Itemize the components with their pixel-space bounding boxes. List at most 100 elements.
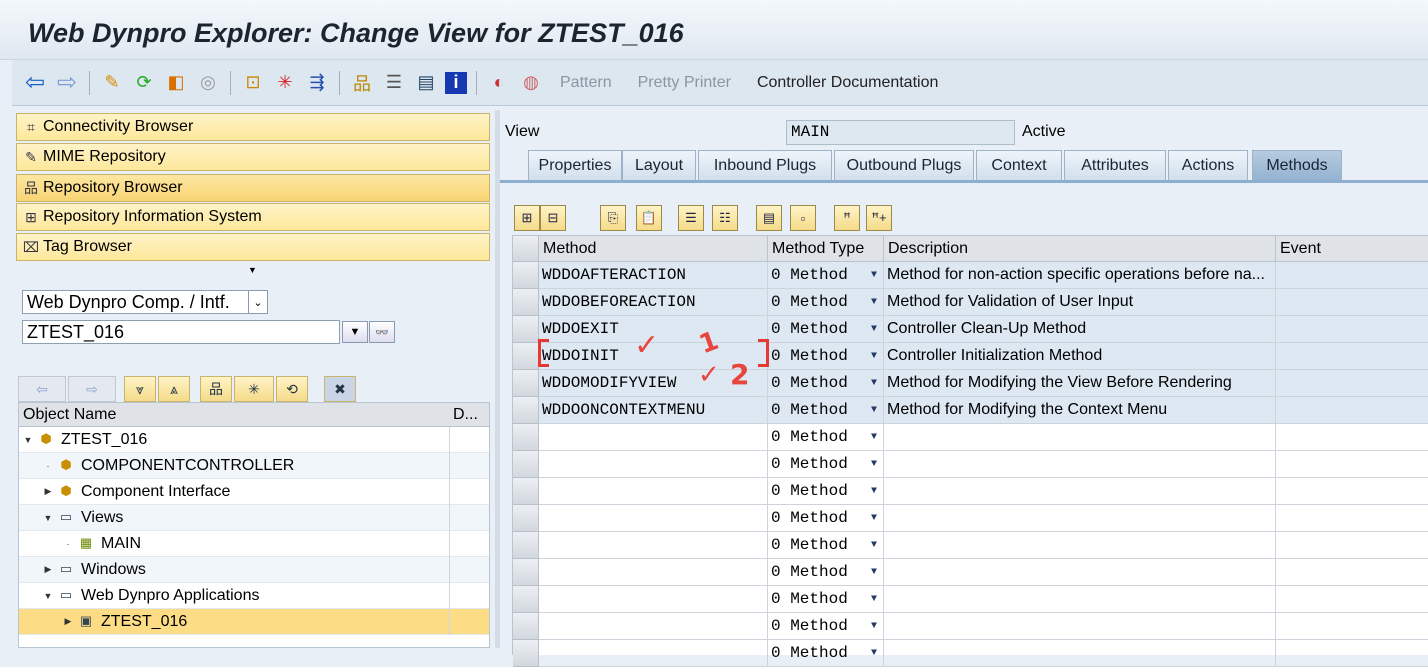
method-cell[interactable] <box>539 532 768 559</box>
tab-layout[interactable]: Layout <box>622 150 696 180</box>
controller-documentation-button[interactable]: Controller Documentation <box>757 74 938 92</box>
dropdown-arrow-icon[interactable]: ▼ <box>871 486 877 497</box>
display-change-icon[interactable]: ⟳ <box>131 70 157 96</box>
method-cell[interactable]: WDDOBEFOREACTION <box>539 289 768 316</box>
table-row[interactable]: WDDOONCONTEXTMENU 0 Method ▼ Method for M… <box>513 397 1428 424</box>
object-name-input[interactable]: ZTEST_016 <box>22 320 340 344</box>
stack-icon[interactable]: ☰ <box>381 70 407 96</box>
tab-properties[interactable]: Properties <box>528 150 622 180</box>
table-row[interactable]: WDDOAFTERACTION 0 Method ▼ Method for non… <box>513 262 1428 289</box>
tree-node[interactable]: ▶ ▭ Windows <box>19 557 489 583</box>
dropdown-arrow-icon[interactable]: ▼ <box>871 378 877 389</box>
row-selector[interactable] <box>513 370 539 397</box>
event-cell[interactable] <box>1276 289 1428 316</box>
description-cell[interactable]: Method for Modifying the Context Menu <box>884 397 1276 424</box>
insert-row-icon[interactable]: ⊞ <box>514 205 540 231</box>
find-icon[interactable]: ꟸ <box>834 205 860 231</box>
tree-node[interactable]: ▼ ⬢ ZTEST_016 <box>19 427 489 453</box>
method-cell[interactable] <box>539 424 768 451</box>
repository-information-system-button[interactable]: ⊞ Repository Information System <box>16 203 490 231</box>
tab-context[interactable]: Context <box>976 150 1062 180</box>
object-type-select[interactable]: Web Dynpro Comp. / Intf. <box>22 290 258 314</box>
back-icon[interactable]: ⇦ <box>22 69 48 96</box>
event-cell[interactable] <box>1276 478 1428 505</box>
method-type-cell[interactable]: 0 Method ▼ <box>768 370 884 397</box>
method-type-cell[interactable]: 0 Method ▼ <box>768 424 884 451</box>
table-row[interactable]: 0 Method ▼ <box>513 505 1428 532</box>
method-cell[interactable] <box>539 586 768 613</box>
event-cell[interactable] <box>1276 451 1428 478</box>
row-selector[interactable] <box>513 532 539 559</box>
dropdown-arrow-icon[interactable]: ▼ <box>871 297 877 308</box>
dropdown-arrow-icon[interactable]: ▼ <box>871 459 877 470</box>
tree-node-selected[interactable]: ▶ ▣ ZTEST_016 <box>19 609 489 635</box>
table-row[interactable]: 0 Method ▼ <box>513 613 1428 640</box>
table-row[interactable]: WDDOBEFOREACTION 0 Method ▼ Method for Va… <box>513 289 1428 316</box>
expanded-icon[interactable]: ▼ <box>21 435 35 445</box>
copy-icon[interactable]: ⎘ <box>600 205 626 231</box>
event-cell[interactable] <box>1276 424 1428 451</box>
description-cell[interactable]: Method for Validation of User Input <box>884 289 1276 316</box>
chevron-down-icon[interactable]: ⌄ <box>248 290 268 314</box>
row-selector[interactable] <box>513 478 539 505</box>
event-cell[interactable] <box>1276 640 1428 667</box>
row-selector[interactable] <box>513 424 539 451</box>
tree-node[interactable]: ▶ ⬢ Component Interface <box>19 479 489 505</box>
delete-row-icon[interactable]: ⊟ <box>540 205 566 231</box>
method-type-cell[interactable]: 0 Method ▼ <box>768 262 884 289</box>
event-cell[interactable] <box>1276 343 1428 370</box>
tab-outbound-plugs[interactable]: Outbound Plugs <box>834 150 974 180</box>
tab-attributes[interactable]: Attributes <box>1064 150 1166 180</box>
row-selector[interactable] <box>513 586 539 613</box>
method-cell[interactable] <box>539 613 768 640</box>
method-type-cell[interactable]: 0 Method ▼ <box>768 640 884 667</box>
description-cell[interactable] <box>884 424 1276 451</box>
collapse-icon[interactable]: ⩓ <box>158 376 190 402</box>
description-cell[interactable] <box>884 451 1276 478</box>
row-selector[interactable] <box>513 640 539 667</box>
tab-actions[interactable]: Actions <box>1168 150 1248 180</box>
method-type-cell[interactable]: 0 Method ▼ <box>768 289 884 316</box>
row-selector[interactable] <box>513 343 539 370</box>
column-header-method-type[interactable]: Method Type <box>768 236 884 262</box>
select-all-corner[interactable] <box>513 236 539 262</box>
event-cell[interactable] <box>1276 316 1428 343</box>
connectivity-browser-button[interactable]: ⌗ Connectivity Browser <box>16 113 490 141</box>
method-cell[interactable] <box>539 559 768 586</box>
table-row[interactable]: 0 Method ▼ <box>513 424 1428 451</box>
dropdown-arrow-icon[interactable]: ▼ <box>871 540 877 551</box>
find-next-icon[interactable]: ꟸ+ <box>866 205 892 231</box>
dropdown-arrow-icon[interactable]: ▼ <box>871 432 877 443</box>
row-selector[interactable] <box>513 316 539 343</box>
event-cell[interactable] <box>1276 262 1428 289</box>
tree-node[interactable]: ▼ ▭ Web Dynpro Applications <box>19 583 489 609</box>
repository-browser-button[interactable]: 品 Repository Browser <box>16 174 490 202</box>
dropdown-arrow-icon[interactable]: ▼ <box>871 567 877 578</box>
method-cell[interactable]: WDDOMODIFYVIEW <box>539 370 768 397</box>
description-cell[interactable] <box>884 613 1276 640</box>
other-object-icon[interactable]: ◧ <box>163 70 189 96</box>
hierarchy-icon[interactable]: 品 <box>349 70 375 96</box>
tab-inbound-plugs[interactable]: Inbound Plugs <box>698 150 832 180</box>
row-selector[interactable] <box>513 505 539 532</box>
paste-icon[interactable]: 📋 <box>636 205 662 231</box>
dropdown-arrow-icon[interactable]: ▼ <box>871 621 877 632</box>
dropdown-arrow-icon[interactable]: ▼ <box>871 270 877 281</box>
refresh-icon[interactable]: ⟲ <box>276 376 308 402</box>
expanded-icon[interactable]: ▼ <box>41 513 55 523</box>
method-type-cell[interactable]: 0 Method ▼ <box>768 613 884 640</box>
edit-pencil-icon[interactable]: ✎ <box>99 70 125 96</box>
details-icon[interactable]: ▤ <box>756 205 782 231</box>
method-cell[interactable] <box>539 505 768 532</box>
session-breakpoint-icon[interactable]: ◍ <box>518 70 544 96</box>
column-header-object-name[interactable]: Object Name <box>19 403 449 427</box>
column-header-event[interactable]: Event <box>1276 236 1428 262</box>
dropdown-arrow-icon[interactable]: ▼ <box>871 405 877 416</box>
event-cell[interactable] <box>1276 505 1428 532</box>
tag-browser-button[interactable]: ⌧ Tag Browser <box>16 233 490 261</box>
row-selector[interactable] <box>513 289 539 316</box>
deselect-all-icon[interactable]: ☷ <box>712 205 738 231</box>
method-cell[interactable]: WDDOONCONTEXTMENU <box>539 397 768 424</box>
close-icon[interactable]: ✖ <box>324 376 356 402</box>
breakpoint-icon[interactable]: ◐ <box>486 70 512 96</box>
